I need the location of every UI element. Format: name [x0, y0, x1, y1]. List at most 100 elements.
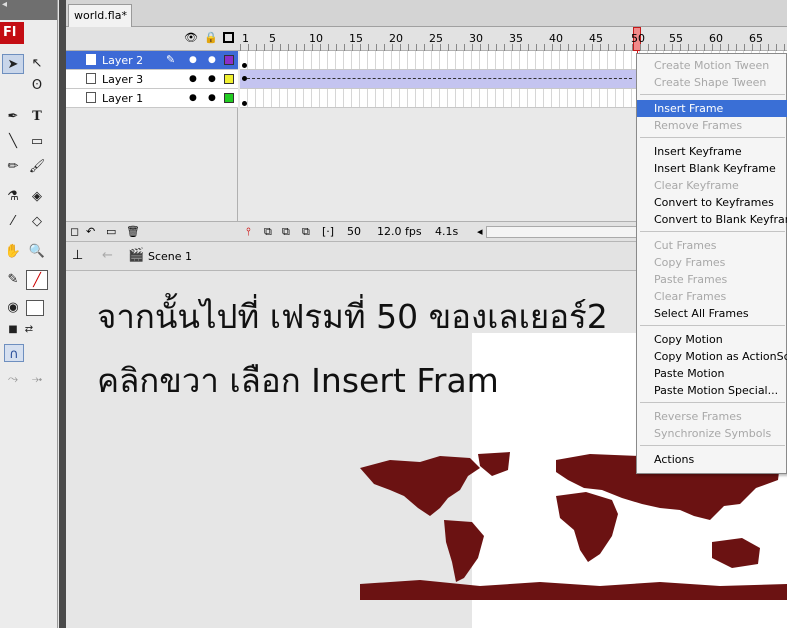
- zoom-tool-icon[interactable]: 🔍: [26, 242, 48, 262]
- back-arrow-icon[interactable]: ←: [102, 248, 113, 263]
- tween-span: [242, 78, 632, 79]
- new-folder-icon[interactable]: ▭: [106, 225, 116, 238]
- menu-item-copy-motion-as-actionscript[interactable]: Copy Motion as ActionScript 3.0...: [637, 348, 787, 365]
- frame-number: 50: [631, 32, 645, 45]
- menu-item-reverse-frames[interactable]: Reverse Frames: [637, 408, 787, 425]
- tools-panel: ◂ Fl ➤ ↖ ʘ ✒ T ╲ ▭ ✏ 🖌 ⚗ ◈ ⁄ ◇ ✋ 🔍 ✎ ╱ ◉…: [0, 0, 58, 628]
- lock-dot[interactable]: ●: [208, 55, 216, 65]
- lock-dot[interactable]: ●: [208, 93, 216, 103]
- frame-ruler: [240, 44, 787, 51]
- paint-bucket-icon[interactable]: ◈: [26, 187, 48, 207]
- menu-item-clear-frames[interactable]: Clear Frames: [637, 288, 787, 305]
- layer-name: Layer 1: [102, 92, 144, 105]
- selection-tool-icon[interactable]: ➤: [2, 54, 24, 74]
- visibility-dot[interactable]: ●: [189, 55, 197, 65]
- timeline-header: 👁 🔒 1 5 10 15 20 25 30 35 40 45 50 55 60…: [66, 27, 787, 51]
- map-africa: [556, 492, 618, 562]
- menu-item-actions[interactable]: Actions: [637, 451, 787, 468]
- stroke-color-icon[interactable]: ✎: [2, 270, 24, 290]
- scroll-left-icon[interactable]: ◂: [477, 225, 483, 238]
- menu-item-create-shape-tween[interactable]: Create Shape Tween: [637, 74, 787, 91]
- menu-item-copy-frames[interactable]: Copy Frames: [637, 254, 787, 271]
- visibility-dot[interactable]: ●: [189, 93, 197, 103]
- eye-icon[interactable]: 👁: [184, 31, 198, 44]
- edit-multiple-frames-icon[interactable]: ⧉: [302, 225, 310, 239]
- pencil-tool-icon[interactable]: ✏: [2, 157, 24, 177]
- scene-label[interactable]: Scene 1: [148, 250, 192, 263]
- onion-outline-icon[interactable]: ⧉: [282, 225, 290, 239]
- onion-skin-icon[interactable]: ⧉: [264, 225, 272, 239]
- frame-context-menu: Create Motion Tween Create Shape Tween I…: [636, 53, 787, 474]
- modify-markers-icon[interactable]: [·]: [322, 225, 334, 238]
- menu-separator: [640, 94, 785, 95]
- text-tool-icon[interactable]: T: [26, 107, 48, 127]
- menu-item-create-motion-tween[interactable]: Create Motion Tween: [637, 57, 787, 74]
- menu-item-copy-motion[interactable]: Copy Motion: [637, 331, 787, 348]
- map-australia: [712, 538, 760, 568]
- menu-item-paste-motion[interactable]: Paste Motion: [637, 365, 787, 382]
- layer-row-layer-1[interactable]: Layer 1 ● ●: [66, 89, 238, 108]
- map-north-america: [360, 456, 480, 516]
- new-layer-icon[interactable]: ◻: [70, 225, 79, 238]
- layer-list-empty-area: [66, 108, 238, 221]
- smooth-icon[interactable]: ⤳: [2, 370, 24, 390]
- hand-tool-icon[interactable]: ✋: [2, 242, 24, 262]
- swap-colors-icon[interactable]: ⇄: [18, 320, 40, 340]
- visibility-dot[interactable]: ●: [189, 74, 197, 84]
- panel-grip[interactable]: ◂: [0, 0, 57, 20]
- subselection-tool-icon[interactable]: ↖: [26, 54, 48, 74]
- snap-magnet-icon[interactable]: ∩: [4, 344, 24, 362]
- menu-item-paste-frames[interactable]: Paste Frames: [637, 271, 787, 288]
- fill-color-swatch[interactable]: [26, 300, 44, 316]
- menu-separator: [640, 137, 785, 138]
- menu-item-cut-frames[interactable]: Cut Frames: [637, 237, 787, 254]
- instruction-line-1: จากนั้นไปที่ เฟรมที่ 50 ของเลเยอร์2: [97, 297, 608, 336]
- menu-separator: [640, 231, 785, 232]
- flash-logo: Fl: [0, 22, 24, 44]
- menu-item-convert-to-keyframes[interactable]: Convert to Keyframes: [637, 194, 787, 211]
- add-guide-icon[interactable]: ↶: [86, 225, 95, 238]
- lasso-tool-icon[interactable]: ʘ: [26, 76, 48, 96]
- document-tab-bar: world.fla*: [66, 0, 787, 27]
- map-south-america: [444, 520, 484, 582]
- layer-color-swatch[interactable]: [224, 55, 234, 65]
- brush-tool-icon[interactable]: 🖌: [26, 157, 48, 177]
- center-frame-icon[interactable]: ⫯: [246, 225, 251, 239]
- menu-separator: [640, 445, 785, 446]
- menu-item-remove-frames[interactable]: Remove Frames: [637, 117, 787, 134]
- outline-icon[interactable]: [223, 32, 234, 43]
- menu-item-synchronize-symbols[interactable]: Synchronize Symbols: [637, 425, 787, 442]
- layer-color-swatch[interactable]: [224, 93, 234, 103]
- menu-item-clear-keyframe[interactable]: Clear Keyframe: [637, 177, 787, 194]
- pencil-icon: ✎: [166, 53, 176, 66]
- rectangle-tool-icon[interactable]: ▭: [26, 132, 48, 152]
- document-tab[interactable]: world.fla*: [68, 4, 132, 27]
- keyframe[interactable]: [242, 76, 247, 81]
- menu-item-insert-keyframe[interactable]: Insert Keyframe: [637, 143, 787, 160]
- elapsed-time: 4.1s: [435, 225, 459, 238]
- menu-item-convert-to-blank-keyframes[interactable]: Convert to Blank Keyframes: [637, 211, 787, 228]
- keyframe[interactable]: [242, 101, 247, 106]
- fill-color-icon[interactable]: ◉: [2, 298, 24, 318]
- delete-layer-icon[interactable]: 🗑: [126, 225, 140, 238]
- lock-dot[interactable]: ●: [208, 74, 216, 84]
- line-tool-icon[interactable]: ╲: [2, 132, 24, 152]
- instruction-line-2: คลิกขวา เลือก Insert Fram: [97, 361, 499, 400]
- menu-item-select-all-frames[interactable]: Select All Frames: [637, 305, 787, 322]
- menu-item-insert-blank-keyframe[interactable]: Insert Blank Keyframe: [637, 160, 787, 177]
- layer-icon: [86, 92, 96, 103]
- stroke-color-swatch[interactable]: ╱: [26, 270, 48, 290]
- keyframe[interactable]: [242, 63, 247, 68]
- straighten-icon[interactable]: ⤞: [26, 370, 48, 390]
- menu-item-paste-motion-special[interactable]: Paste Motion Special...: [637, 382, 787, 399]
- ink-bottle-icon[interactable]: ⚗: [2, 187, 24, 207]
- menu-item-insert-frame[interactable]: Insert Frame: [637, 100, 787, 117]
- layer-color-swatch[interactable]: [224, 74, 234, 84]
- pen-tool-icon[interactable]: ✒: [2, 107, 24, 127]
- lock-icon[interactable]: 🔒: [204, 31, 218, 44]
- eyedropper-icon[interactable]: ⁄: [2, 212, 24, 232]
- layer-row-layer-3[interactable]: Layer 3 ● ●: [66, 70, 238, 89]
- timeline-toggle-icon[interactable]: ⊥: [72, 248, 83, 263]
- layer-row-layer-2[interactable]: Layer 2 ✎ ● ●: [66, 51, 238, 70]
- eraser-icon[interactable]: ◇: [26, 212, 48, 232]
